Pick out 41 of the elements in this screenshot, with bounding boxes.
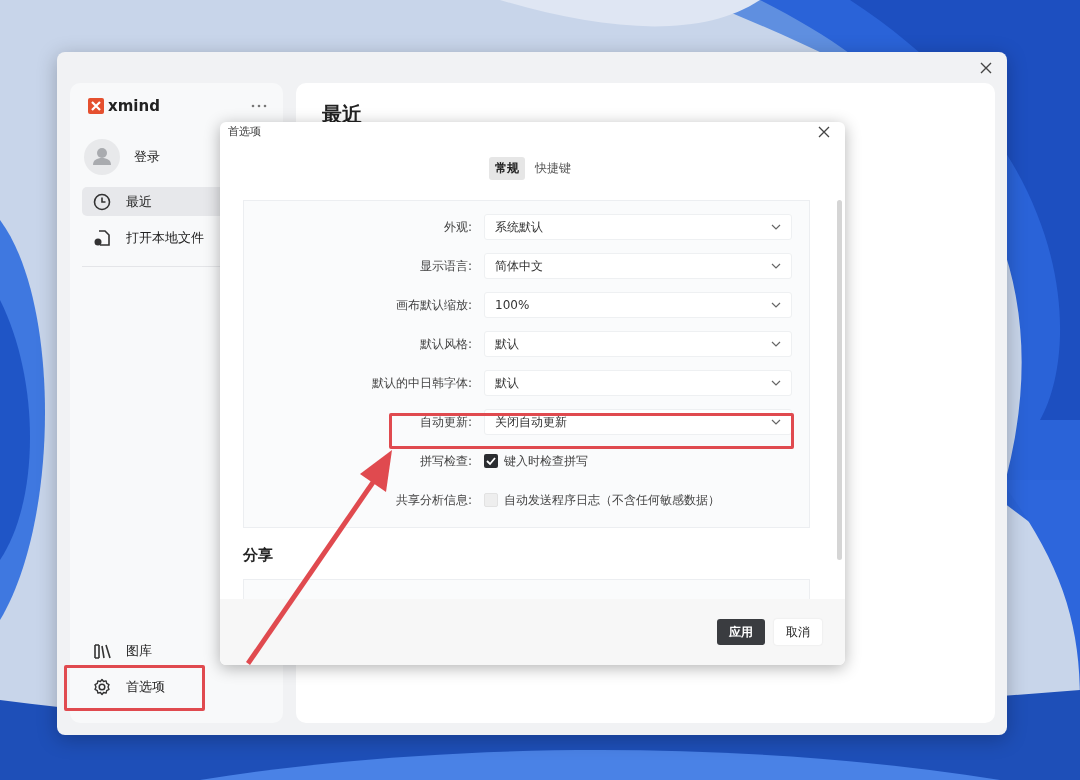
setting-label: 自动更新: [418, 413, 472, 431]
tab[interactable]: 常规 [488, 157, 525, 180]
tab[interactable]: 快捷键 [528, 157, 577, 180]
close-icon[interactable] [979, 61, 993, 75]
file-icon [92, 227, 112, 248]
avatar-icon[interactable] [84, 139, 120, 175]
dropdown[interactable]: 系统默认 [484, 214, 792, 240]
dropdown[interactable]: 100% [484, 292, 792, 318]
scrollbar[interactable] [837, 200, 842, 560]
clock-icon [92, 191, 112, 212]
section-heading: 分享 [243, 546, 274, 565]
dropdown[interactable]: 简体中文 [484, 253, 792, 279]
setting-label: 显示语言: [418, 257, 472, 275]
more-icon[interactable] [251, 104, 267, 108]
dropdown[interactable]: 默认 [484, 331, 792, 357]
gear-icon [92, 676, 112, 697]
setting-label: 拼写检查: [418, 452, 472, 470]
sidebar-item[interactable]: 首选项 [82, 672, 273, 701]
setting-label: 默认风格: [418, 335, 472, 353]
dropdown[interactable]: 默认 [484, 370, 792, 396]
chevron-icon [771, 263, 781, 269]
dialog-title: 首选项 [228, 124, 261, 139]
checkbox-label: 自动发送程序日志（不含任何敏感数据） [504, 491, 720, 509]
close-icon[interactable] [818, 126, 830, 138]
cancel-button[interactable]: 取消 [774, 619, 822, 645]
setting-label: 默认的中日韩字体: [370, 374, 472, 392]
setting-label: 共享分析信息: [394, 491, 472, 509]
login-link[interactable]: 登录 [134, 148, 160, 166]
chevron-icon [771, 341, 781, 347]
chevron-icon [771, 380, 781, 386]
setting-label: 外观: [442, 218, 472, 236]
setting-label: 画布默认缩放: [394, 296, 472, 314]
apply-button[interactable]: 应用 [717, 619, 765, 645]
checkbox-label: 键入时检查拼写 [504, 452, 588, 470]
logo-icon [88, 98, 104, 114]
checkbox[interactable] [484, 454, 498, 468]
chevron-icon [771, 302, 781, 308]
chevron-icon [771, 419, 781, 425]
chevron-icon [771, 224, 781, 230]
checkbox[interactable] [484, 493, 498, 507]
logo-text: xmind [108, 97, 160, 115]
